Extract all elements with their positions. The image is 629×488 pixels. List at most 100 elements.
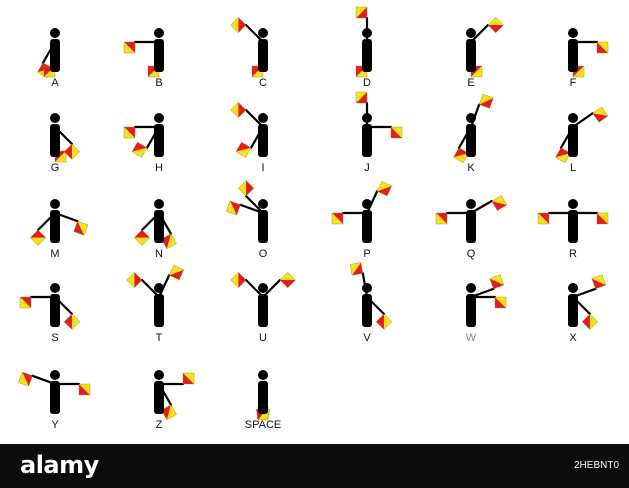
- letter-label: A: [51, 77, 59, 89]
- semaphore-figure-t: T: [126, 265, 185, 344]
- torso: [568, 294, 578, 327]
- head: [568, 113, 578, 123]
- semaphore-figure-b: B: [123, 28, 164, 89]
- semaphore-figure-p: P: [331, 181, 393, 260]
- head: [258, 113, 268, 123]
- flag: [596, 212, 609, 225]
- flag: [355, 6, 368, 19]
- torso: [154, 39, 164, 72]
- torso: [258, 210, 268, 243]
- semaphore-figure-a: A: [37, 28, 60, 89]
- torso: [362, 39, 372, 72]
- flag: [355, 91, 368, 104]
- torso: [466, 39, 476, 72]
- torso: [154, 294, 164, 327]
- letter-label: W: [466, 332, 477, 344]
- torso: [50, 294, 60, 327]
- flag: [73, 220, 89, 236]
- head: [154, 199, 164, 209]
- semaphore-figure-w: W: [466, 274, 507, 344]
- semaphore-figure-f: F: [568, 28, 609, 89]
- torso: [362, 294, 372, 327]
- torso: [154, 210, 164, 243]
- semaphore-figure-v: V: [349, 262, 393, 344]
- head: [154, 113, 164, 123]
- letter-label: J: [364, 162, 370, 174]
- semaphore-figure-x: X: [568, 274, 607, 344]
- head: [568, 28, 578, 38]
- semaphore-figure-o: O: [226, 180, 268, 260]
- letter-label: D: [363, 77, 371, 89]
- head: [50, 283, 60, 293]
- flag: [131, 142, 148, 158]
- semaphore-figure-k: K: [453, 93, 494, 174]
- head: [258, 370, 268, 380]
- torso: [568, 39, 578, 72]
- torso: [258, 381, 268, 414]
- flag: [491, 195, 508, 211]
- head: [362, 113, 372, 123]
- flag: [123, 126, 136, 139]
- flag: [331, 212, 344, 225]
- torso: [258, 39, 268, 72]
- flag: [435, 212, 448, 225]
- head: [466, 113, 476, 123]
- flag: [537, 212, 550, 225]
- letter-label: B: [155, 77, 162, 89]
- head: [154, 283, 164, 293]
- torso: [362, 124, 372, 157]
- flag: [230, 271, 247, 289]
- semaphore-figure-q: Q: [435, 195, 508, 260]
- semaphore-figure-l: L: [555, 106, 609, 174]
- flag: [18, 371, 33, 387]
- flag: [133, 229, 151, 246]
- letter-label: L: [570, 162, 576, 174]
- head: [258, 283, 268, 293]
- flag: [237, 180, 255, 197]
- torso: [258, 294, 268, 327]
- letter-label: O: [259, 248, 268, 260]
- flag: [390, 126, 403, 139]
- letter-label: SPACE: [245, 419, 281, 431]
- flag: [63, 313, 81, 330]
- torso: [154, 124, 164, 157]
- flag: [478, 93, 494, 109]
- torso: [362, 210, 372, 243]
- head: [154, 28, 164, 38]
- semaphore-figure-j: J: [355, 91, 403, 174]
- torso: [50, 210, 60, 243]
- flag: [375, 313, 393, 330]
- letter-label: G: [51, 162, 60, 174]
- semaphore-figure-u: U: [230, 271, 296, 344]
- torso: [50, 39, 60, 72]
- head: [50, 28, 60, 38]
- head: [466, 283, 476, 293]
- letter-label: M: [50, 248, 59, 260]
- image-id: 2HEBNT0: [573, 460, 619, 471]
- flag: [230, 101, 247, 119]
- semaphore-figure-r: R: [537, 199, 609, 260]
- letter-label: F: [570, 77, 577, 89]
- torso: [466, 294, 476, 327]
- letter-label: C: [259, 77, 267, 89]
- head: [154, 370, 164, 380]
- letter-label: Y: [51, 419, 59, 431]
- letter-label: X: [569, 332, 577, 344]
- letter-label: E: [467, 77, 474, 89]
- flag: [489, 274, 505, 290]
- torso: [50, 381, 60, 414]
- letter-label: V: [363, 332, 371, 344]
- torso: [258, 124, 268, 157]
- letter-label: H: [155, 162, 163, 174]
- flag: [63, 143, 81, 160]
- flag: [19, 296, 32, 309]
- torso: [50, 124, 60, 157]
- flag: [376, 181, 393, 197]
- flag: [226, 200, 241, 216]
- head: [568, 283, 578, 293]
- flag: [29, 229, 47, 246]
- flag: [592, 106, 609, 123]
- head: [362, 28, 372, 38]
- semaphore-figure-i: I: [230, 101, 268, 174]
- flag: [591, 274, 607, 290]
